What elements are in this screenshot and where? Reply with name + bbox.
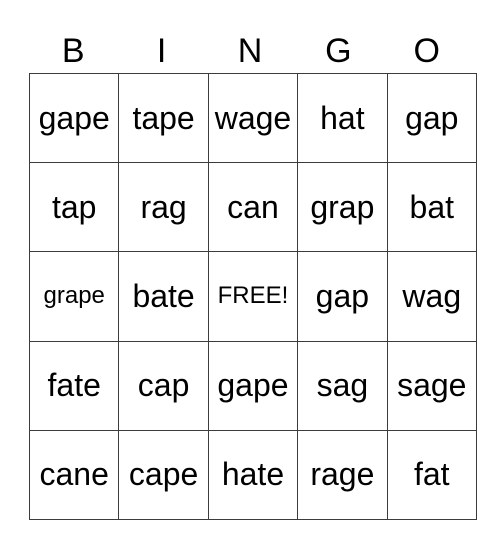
bingo-cell[interactable]: cap: [118, 340, 209, 431]
bingo-cell[interactable]: tape: [118, 72, 209, 164]
bingo-card: gape tape wage hat gap tap rag can grap bat grape b…: [28, 72, 477, 520]
bingo-cell[interactable]: tap: [28, 162, 120, 253]
bingo-cell[interactable]: bate: [118, 251, 209, 342]
header-letter-b: B: [61, 32, 85, 70]
bingo-cell[interactable]: can: [207, 162, 299, 253]
bingo-cell[interactable]: gape: [28, 72, 120, 164]
bingo-header: B I N G O: [29, 30, 471, 72]
bingo-cell[interactable]: cape: [118, 429, 209, 520]
free-space-cell[interactable]: FREE!: [207, 251, 299, 342]
header-letter-o: O: [413, 32, 440, 70]
bingo-cell[interactable]: wag: [386, 251, 477, 342]
bingo-row: gape tape wage hat gap: [28, 72, 477, 164]
bingo-cell[interactable]: gap: [386, 72, 477, 164]
bingo-row: cane cape hate rage fat: [28, 429, 477, 520]
bingo-cell[interactable]: cane: [28, 429, 120, 520]
bingo-cell[interactable]: rage: [297, 429, 388, 520]
bingo-cell[interactable]: gap: [297, 251, 388, 342]
bingo-row: tap rag can grap bat: [28, 162, 477, 253]
bingo-cell[interactable]: hat: [297, 72, 388, 164]
bingo-cell[interactable]: bat: [386, 162, 477, 253]
bingo-cell[interactable]: sag: [297, 340, 388, 431]
bingo-cell[interactable]: wage: [207, 72, 299, 164]
bingo-cell[interactable]: rag: [118, 162, 209, 253]
bingo-cell[interactable]: fat: [386, 429, 477, 520]
bingo-cell[interactable]: grape: [28, 251, 120, 342]
bingo-cell[interactable]: fate: [28, 340, 120, 431]
header-letter-n: N: [237, 32, 263, 70]
bingo-row: fate cap gape sag sage: [28, 340, 477, 431]
bingo-cell[interactable]: sage: [386, 340, 477, 431]
header-letter-g: G: [325, 32, 352, 70]
bingo-cell[interactable]: gape: [207, 340, 299, 431]
bingo-row: grape bate FREE! gap wag: [28, 251, 477, 342]
bingo-cell[interactable]: hate: [207, 429, 299, 520]
header-letter-i: I: [156, 32, 167, 70]
bingo-cell[interactable]: grap: [297, 162, 388, 253]
